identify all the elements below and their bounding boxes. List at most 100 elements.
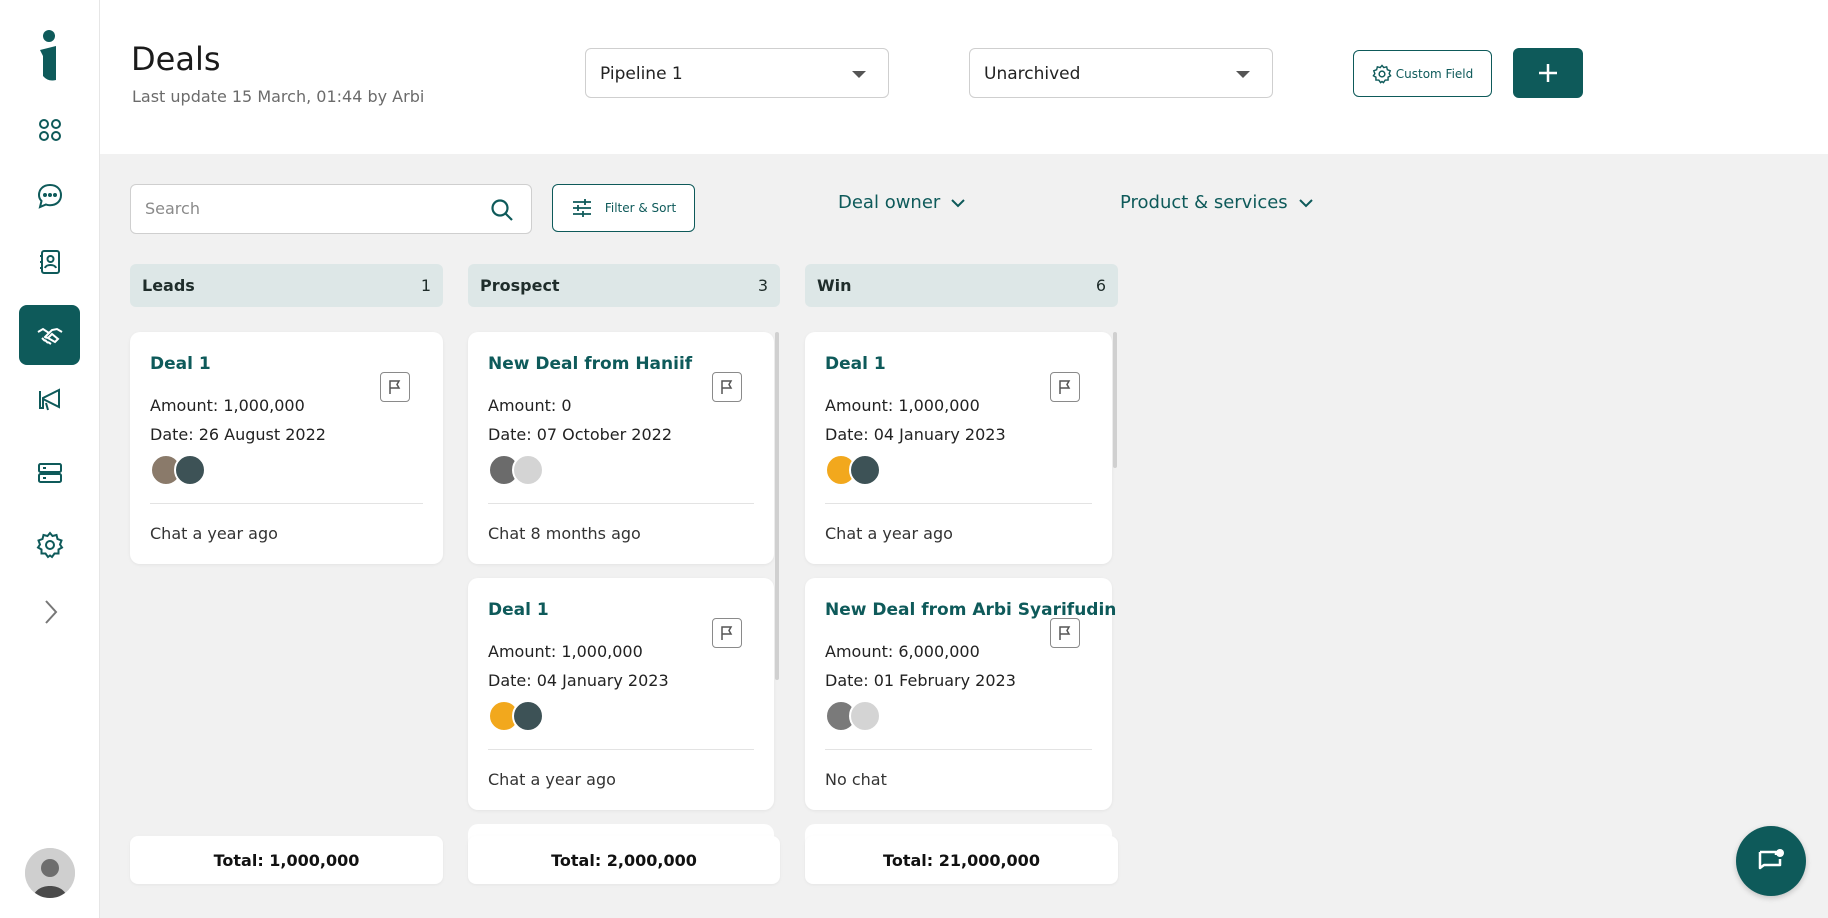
chevron-down-icon <box>951 198 966 207</box>
card-divider <box>488 749 754 750</box>
deal-title[interactable]: New Deal from Arbi Syarifudin <box>825 600 1116 620</box>
column-total: Total: 2,000,000 <box>468 836 780 884</box>
column-scrollbar[interactable] <box>1113 332 1117 468</box>
column-total: Total: 1,000,000 <box>130 836 443 884</box>
deal-title[interactable]: Deal 1 <box>150 354 211 374</box>
products-services-label: Product & services <box>1120 192 1288 213</box>
add-deal-button[interactable] <box>1513 48 1583 98</box>
gear-icon <box>36 531 63 559</box>
app-logo[interactable] <box>36 28 64 84</box>
flag-icon <box>1059 380 1071 394</box>
avatar <box>512 454 544 486</box>
flag-button[interactable] <box>380 372 410 402</box>
plus-icon <box>1539 64 1557 82</box>
deal-chat-status: Chat a year ago <box>150 524 278 543</box>
deal-chat-status: Chat a year ago <box>488 770 616 789</box>
deal-amount: Amount: 6,000,000 <box>825 642 980 661</box>
sidebar-item-expand[interactable] <box>19 582 80 642</box>
flag-button[interactable] <box>1050 372 1080 402</box>
avatar <box>849 700 881 732</box>
pipeline-select[interactable]: Pipeline 1 <box>585 48 889 98</box>
megaphone-icon <box>38 388 60 411</box>
deal-amount: Amount: 0 <box>488 396 572 415</box>
sidebar-item-deals[interactable] <box>19 305 80 365</box>
sliders-icon <box>572 199 591 217</box>
deal-avatars <box>150 454 230 486</box>
card-divider <box>150 503 423 504</box>
avatar <box>512 700 544 732</box>
chat-fab-button[interactable] <box>1736 826 1806 896</box>
deal-chat-status: Chat 8 months ago <box>488 524 641 543</box>
products-services-dropdown[interactable]: Product & services <box>1120 192 1314 213</box>
handshake-icon <box>36 327 63 345</box>
avatar <box>849 454 881 486</box>
custom-field-label: Custom Field <box>1395 66 1474 81</box>
column-header-win: Win 6 <box>805 264 1118 307</box>
filter-sort-button[interactable]: Filter & Sort <box>552 184 695 232</box>
deal-date: Date: 07 October 2022 <box>488 425 672 444</box>
column-header-prospect: Prospect 3 <box>468 264 780 307</box>
card-divider <box>488 503 754 504</box>
deal-date: Date: 04 January 2023 <box>825 425 1006 444</box>
card-divider <box>825 503 1092 504</box>
column-header-leads: Leads 1 <box>130 264 443 307</box>
caret-down-icon <box>852 71 866 78</box>
column-name: Win <box>817 276 852 295</box>
column-count: 6 <box>1095 276 1106 295</box>
column-total: Total: 21,000,000 <box>805 836 1118 884</box>
sidebar-item-campaigns[interactable] <box>19 370 80 430</box>
sidebar-item-contacts[interactable] <box>19 232 80 292</box>
avatar <box>174 454 206 486</box>
contact-book-icon <box>39 250 60 274</box>
pipeline-select-value: Pipeline 1 <box>600 64 683 84</box>
chat-notification-icon <box>1758 849 1784 870</box>
flag-button[interactable] <box>712 618 742 648</box>
deal-chat-status: No chat <box>825 770 887 789</box>
flag-button[interactable] <box>712 372 742 402</box>
sidebar <box>0 0 100 918</box>
deal-card[interactable]: New Deal from Haniif Amount: 0 Date: 07 … <box>468 332 774 564</box>
last-update-text: Last update 15 March, 01:44 by Arbi <box>132 87 425 106</box>
search-input[interactable] <box>145 199 465 218</box>
gear-icon <box>1372 63 1392 84</box>
deal-title[interactable]: Deal 1 <box>488 600 549 620</box>
archive-select-value: Unarchived <box>984 64 1081 84</box>
sidebar-item-storage[interactable] <box>19 443 80 503</box>
deal-card[interactable]: New Deal from Arbi Syarifudin Amount: 6,… <box>805 578 1116 810</box>
page-title: Deals <box>131 40 221 78</box>
deal-avatars <box>488 700 568 732</box>
custom-field-button[interactable]: Custom Field <box>1353 50 1492 97</box>
deal-owner-dropdown[interactable]: Deal owner <box>838 192 966 213</box>
sidebar-item-dashboard[interactable] <box>19 100 80 160</box>
deal-date: Date: 01 February 2023 <box>825 671 1016 690</box>
search-icon[interactable] <box>489 197 515 223</box>
deal-avatars <box>825 454 905 486</box>
column-count: 3 <box>757 276 768 295</box>
column-count: 1 <box>420 276 431 295</box>
flag-icon <box>721 380 733 394</box>
search-box[interactable] <box>130 184 532 234</box>
page-header: Deals Last update 15 March, 01:44 by Arb… <box>100 0 1828 154</box>
server-icon <box>37 463 62 483</box>
sidebar-item-settings[interactable] <box>19 515 80 575</box>
column-scrollbar[interactable] <box>775 332 779 680</box>
deal-card[interactable]: Deal 1 Amount: 1,000,000 Date: 26 August… <box>130 332 443 564</box>
flag-icon <box>389 380 401 394</box>
user-avatar[interactable] <box>25 848 75 898</box>
deal-amount: Amount: 1,000,000 <box>150 396 305 415</box>
deal-title[interactable]: New Deal from Haniif <box>488 354 692 374</box>
archive-select[interactable]: Unarchived <box>969 48 1273 98</box>
column-name: Prospect <box>480 276 560 295</box>
deal-amount: Amount: 1,000,000 <box>825 396 980 415</box>
flag-button[interactable] <box>1050 618 1080 648</box>
deal-date: Date: 04 January 2023 <box>488 671 669 690</box>
caret-down-icon <box>1236 71 1250 78</box>
sidebar-item-chat[interactable] <box>19 166 80 226</box>
column-name: Leads <box>142 276 195 295</box>
deal-card[interactable]: Deal 1 Amount: 1,000,000 Date: 04 Januar… <box>805 332 1112 564</box>
chevron-right-icon <box>44 600 57 624</box>
card-divider <box>825 749 1092 750</box>
deal-title[interactable]: Deal 1 <box>825 354 886 374</box>
deal-card[interactable]: Deal 1 Amount: 1,000,000 Date: 04 Januar… <box>468 578 774 810</box>
deal-amount: Amount: 1,000,000 <box>488 642 643 661</box>
